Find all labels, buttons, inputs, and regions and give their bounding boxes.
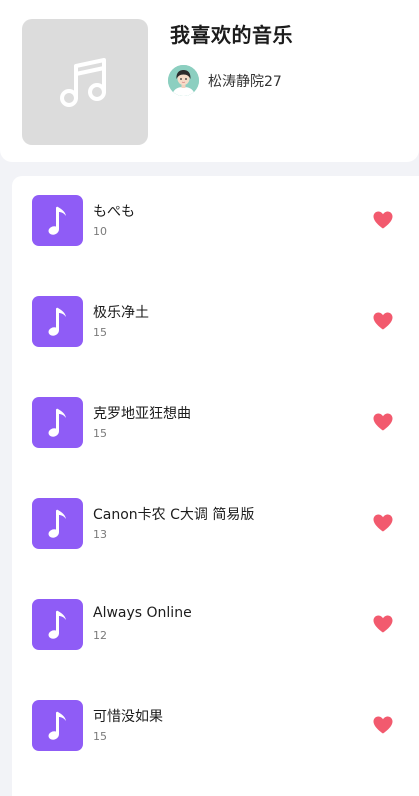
song-count: 12 xyxy=(93,629,107,642)
song-art xyxy=(32,195,83,246)
song-count: 15 xyxy=(93,730,107,743)
song-count: 10 xyxy=(93,225,107,238)
song-count: 13 xyxy=(93,528,107,541)
heart-icon[interactable] xyxy=(373,615,393,633)
creator-name[interactable]: 松涛静院27 xyxy=(208,71,282,91)
music-note-icon xyxy=(60,58,106,107)
song-count: 15 xyxy=(93,326,107,339)
song-title: 可惜没如果 xyxy=(93,709,163,725)
song-art xyxy=(32,296,83,347)
song-count: 15 xyxy=(93,427,107,440)
playlist-cover[interactable] xyxy=(22,19,148,145)
heart-icon[interactable] xyxy=(373,312,393,330)
song-title: Canon卡农 C大调 简易版 xyxy=(93,507,255,523)
song-art xyxy=(32,397,83,448)
song-art xyxy=(32,498,83,549)
song-row[interactable]: もぺも 10 xyxy=(12,176,419,277)
heart-icon[interactable] xyxy=(373,514,393,532)
song-title: もぺも xyxy=(93,204,135,220)
creator-info[interactable]: 松涛静院27 xyxy=(168,65,282,96)
music-note-icon xyxy=(48,711,66,740)
song-row[interactable]: 极乐净土 15 xyxy=(12,277,419,378)
song-title: 极乐净土 xyxy=(93,305,149,321)
song-art xyxy=(32,599,83,650)
music-note-icon xyxy=(48,509,66,538)
song-row[interactable]: 可惜没如果 15 xyxy=(12,681,419,782)
avatar[interactable] xyxy=(168,65,199,96)
heart-icon[interactable] xyxy=(373,716,393,734)
music-note-icon xyxy=(48,307,66,336)
music-note-icon xyxy=(48,206,66,235)
heart-icon[interactable] xyxy=(373,413,393,431)
playlist-header: 我喜欢的音乐 松涛静院27 xyxy=(0,0,419,162)
heart-icon[interactable] xyxy=(373,211,393,229)
song-list: もぺも 10 极乐净土 15 克罗地亚狂想曲 15 Canon卡农 C大调 简易… xyxy=(12,176,419,796)
playlist-title: 我喜欢的音乐 xyxy=(170,23,293,47)
song-title: Always Online xyxy=(93,605,192,621)
song-row[interactable]: 克罗地亚狂想曲 15 xyxy=(12,378,419,479)
song-row[interactable]: Always Online 12 xyxy=(12,580,419,681)
song-title: 克罗地亚狂想曲 xyxy=(93,406,191,422)
song-row[interactable]: Canon卡农 C大调 简易版 13 xyxy=(12,479,419,580)
song-art xyxy=(32,700,83,751)
music-note-icon xyxy=(48,408,66,437)
music-note-icon xyxy=(48,610,66,639)
